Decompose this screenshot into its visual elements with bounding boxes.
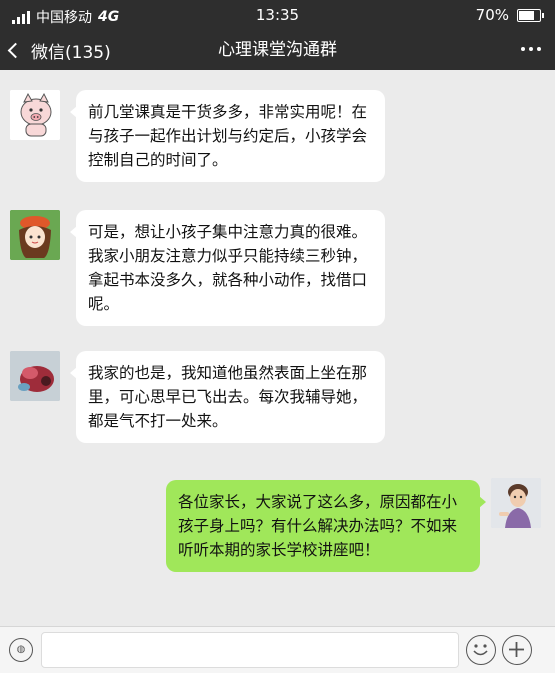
my-avatar[interactable] [491, 478, 541, 528]
girl-avatar-icon [10, 210, 60, 260]
avatar-girl[interactable] [10, 210, 60, 260]
dot [529, 47, 533, 51]
more-button[interactable] [521, 47, 541, 51]
input-bar: ◍ [0, 626, 555, 673]
child-avatar-icon [491, 478, 541, 528]
pig-avatar-icon [10, 90, 60, 140]
message-bubble[interactable]: 可是，想让小孩子集中注意力真的很难。我家小朋友注意力似乎只能持续三秒钟，拿起书本… [70, 210, 385, 326]
status-bar: 中国移动 4G 13:35 70% [0, 0, 555, 30]
voice-button[interactable]: ◍ [9, 638, 33, 662]
emoji-button[interactable] [466, 635, 496, 665]
avatar-pig[interactable] [10, 90, 60, 140]
message-input[interactable] [41, 632, 459, 668]
message-text: 我家的也是，我知道他虽然表面上坐在那里，可心思早已飞出去。每次我辅导她，都是气不… [88, 364, 368, 430]
voice-icon: ◍ [16, 644, 26, 655]
toy-avatar-icon [10, 351, 60, 401]
battery-percent: 70% [475, 6, 509, 24]
message-text: 可是，想让小孩子集中注意力真的很难。我家小朋友注意力似乎只能持续三秒钟，拿起书本… [88, 223, 368, 313]
message-text: 前几堂课真是干货多多，非常实用呢！在与孩子一起作出计划与约定后，小孩学会控制自己… [88, 103, 368, 169]
avatar-toy[interactable] [10, 351, 60, 401]
my-message-bubble[interactable]: 各位家长，大家说了这么多，原因都在小孩子身上吗？有什么解决办法吗？不如来听听本期… [166, 480, 486, 572]
nav-bar: 微信(135) 心理课堂沟通群 [0, 30, 555, 70]
battery-icon [517, 8, 544, 22]
smiley-icon [473, 644, 488, 656]
clock: 13:35 [255, 6, 300, 24]
add-button[interactable] [502, 635, 532, 665]
dot [537, 47, 541, 51]
message-bubble[interactable]: 我家的也是，我知道他虽然表面上坐在那里，可心思早已飞出去。每次我辅导她，都是气不… [70, 351, 385, 443]
chat-title: 心理课堂沟通群 [218, 40, 337, 60]
dot [521, 47, 525, 51]
plus-icon [509, 642, 524, 657]
message-bubble[interactable]: 前几堂课真是干货多多，非常实用呢！在与孩子一起作出计划与约定后，小孩学会控制自己… [70, 90, 385, 182]
battery-fill [519, 10, 535, 20]
message-text: 各位家长，大家说了这么多，原因都在小孩子身上吗？有什么解决办法吗？不如来听听本期… [178, 493, 458, 559]
status-right: 70% [475, 6, 544, 24]
